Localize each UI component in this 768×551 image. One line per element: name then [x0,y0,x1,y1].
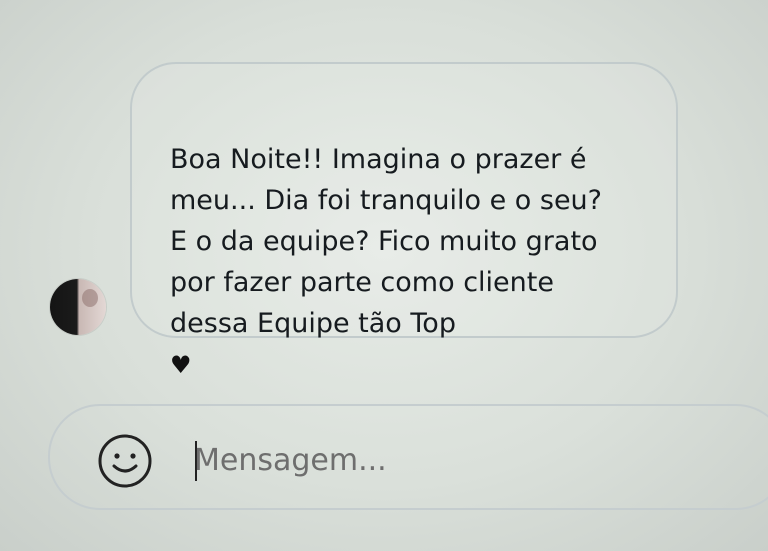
message-text-block: Boa Noite!! Imagina o prazer é meu... Di… [170,98,640,386]
message-text: Boa Noite!! Imagina o prazer é meu... Di… [170,144,602,339]
heart-icon: ♥ [170,351,192,379]
message-composer [48,404,768,510]
message-bubble[interactable]: Boa Noite!! Imagina o prazer é meu... Di… [130,62,678,379]
avatar[interactable] [50,279,106,335]
chat-area: Boa Noite!! Imagina o prazer é meu... Di… [0,0,768,551]
emoji-button[interactable] [96,432,154,490]
smiley-face-icon [96,432,154,490]
incoming-message-row: Boa Noite!! Imagina o prazer é meu... Di… [48,62,688,379]
message-input[interactable] [194,426,714,496]
